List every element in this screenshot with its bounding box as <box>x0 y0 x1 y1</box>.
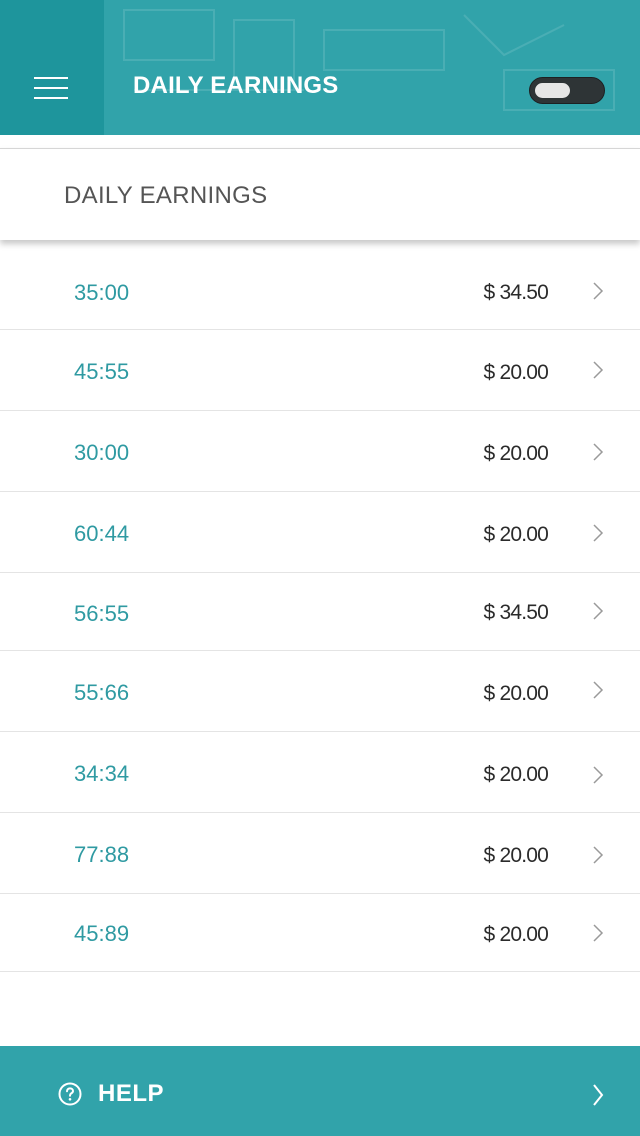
chevron-right-icon <box>593 681 604 699</box>
toggle-knob <box>535 83 570 98</box>
earnings-row[interactable]: 45:89 $ 20.00 <box>0 894 640 972</box>
app-header: DAILY EARNINGS <box>0 0 640 135</box>
menu-button[interactable] <box>0 0 104 135</box>
earnings-row[interactable]: 30:00 $ 20.00 <box>0 411 640 492</box>
chevron-right-icon <box>593 524 604 542</box>
earnings-row[interactable]: 55:66 $ 20.00 <box>0 651 640 732</box>
chevron-right-icon <box>593 443 604 461</box>
earnings-row[interactable]: 56:55 $ 34.50 <box>0 573 640 651</box>
earnings-row[interactable]: 60:44 $ 20.00 <box>0 492 640 573</box>
help-label: HELP <box>98 1080 165 1107</box>
earnings-time: 77:88 <box>74 842 130 867</box>
header-background-texture <box>123 9 615 111</box>
earnings-amount: $ 20.00 <box>483 361 549 384</box>
earnings-time: 45:55 <box>74 359 130 384</box>
earnings-amount: $ 34.50 <box>483 601 549 624</box>
earnings-amount: $ 20.00 <box>483 682 549 705</box>
earnings-row[interactable]: 77:88 $ 20.00 <box>0 813 640 894</box>
earnings-time: 56:55 <box>74 601 130 626</box>
section-title: DAILY EARNINGS <box>64 182 268 209</box>
hamburger-icon-line-bottom <box>34 97 68 99</box>
earnings-amount: $ 20.00 <box>483 523 549 546</box>
hamburger-icon-line-middle <box>34 87 68 89</box>
chevron-right-icon <box>593 361 604 379</box>
earnings-time: 60:44 <box>74 521 130 546</box>
question-circle-icon <box>58 1082 82 1106</box>
earnings-amount: $ 34.50 <box>483 281 549 304</box>
earnings-row[interactable]: 34:34 $ 20.00 <box>0 732 640 813</box>
chevron-right-icon <box>593 282 604 300</box>
earnings-time: 35:00 <box>74 280 130 305</box>
earnings-amount: $ 20.00 <box>483 763 549 786</box>
page-title: DAILY EARNINGS <box>133 72 339 99</box>
section-header: DAILY EARNINGS <box>0 148 640 240</box>
chevron-right-icon <box>593 1084 604 1106</box>
earnings-time: 30:00 <box>74 440 130 465</box>
hamburger-icon-line-top <box>34 77 68 79</box>
chevron-right-icon <box>593 602 604 620</box>
earnings-time: 45:89 <box>74 921 130 946</box>
earnings-amount: $ 20.00 <box>483 442 549 465</box>
toggle-switch[interactable] <box>529 77 605 104</box>
help-button[interactable]: HELP <box>0 1046 640 1136</box>
earnings-row[interactable]: 45:55 $ 20.00 <box>0 330 640 411</box>
chevron-right-icon <box>593 924 604 942</box>
earnings-amount: $ 20.00 <box>483 844 549 867</box>
chevron-right-icon <box>593 766 604 784</box>
chevron-right-icon <box>593 846 604 864</box>
earnings-row[interactable]: 35:00 $ 34.50 <box>0 240 640 330</box>
earnings-time: 34:34 <box>74 761 130 786</box>
earnings-amount: $ 20.00 <box>483 923 549 946</box>
earnings-time: 55:66 <box>74 680 130 705</box>
